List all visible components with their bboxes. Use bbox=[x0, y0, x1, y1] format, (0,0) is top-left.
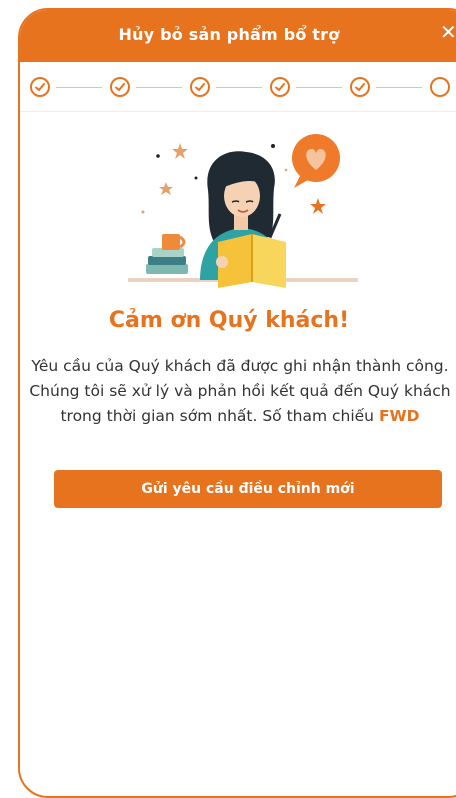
reading-woman-illustration bbox=[128, 134, 358, 288]
step-2-check-icon bbox=[110, 77, 130, 97]
step-connector bbox=[216, 87, 262, 88]
step-connector bbox=[376, 87, 422, 88]
close-icon[interactable]: ✕ bbox=[440, 22, 456, 42]
star-icon bbox=[159, 182, 173, 195]
progress-stepper bbox=[20, 62, 456, 112]
modal-header: Hủy bỏ sản phẩm bổ trợ ✕ bbox=[20, 10, 456, 62]
new-request-button[interactable]: Gửi yêu cầu điều chỉnh mới bbox=[54, 470, 442, 508]
thank-you-title: Cảm ơn Quý khách! bbox=[108, 308, 350, 333]
confirmation-message: Yêu cầu của Quý khách đã được ghi nhận t… bbox=[20, 354, 456, 429]
step-5-check-icon bbox=[350, 77, 370, 97]
step-1-check-icon bbox=[30, 77, 50, 97]
reference-number: FWD bbox=[378, 407, 420, 425]
step-6-pending-icon bbox=[430, 77, 450, 97]
step-3-check-icon bbox=[190, 77, 210, 97]
modal-title: Hủy bỏ sản phẩm bổ trợ bbox=[118, 25, 340, 44]
step-4-check-icon bbox=[270, 77, 290, 97]
star-icon bbox=[172, 143, 188, 159]
step-connector bbox=[296, 87, 342, 88]
modal-dialog: Hủy bỏ sản phẩm bổ trợ ✕ Cảm ơn Quý khác… bbox=[18, 8, 456, 798]
star-icon bbox=[310, 198, 326, 214]
step-connector bbox=[56, 87, 102, 88]
step-connector bbox=[136, 87, 182, 88]
